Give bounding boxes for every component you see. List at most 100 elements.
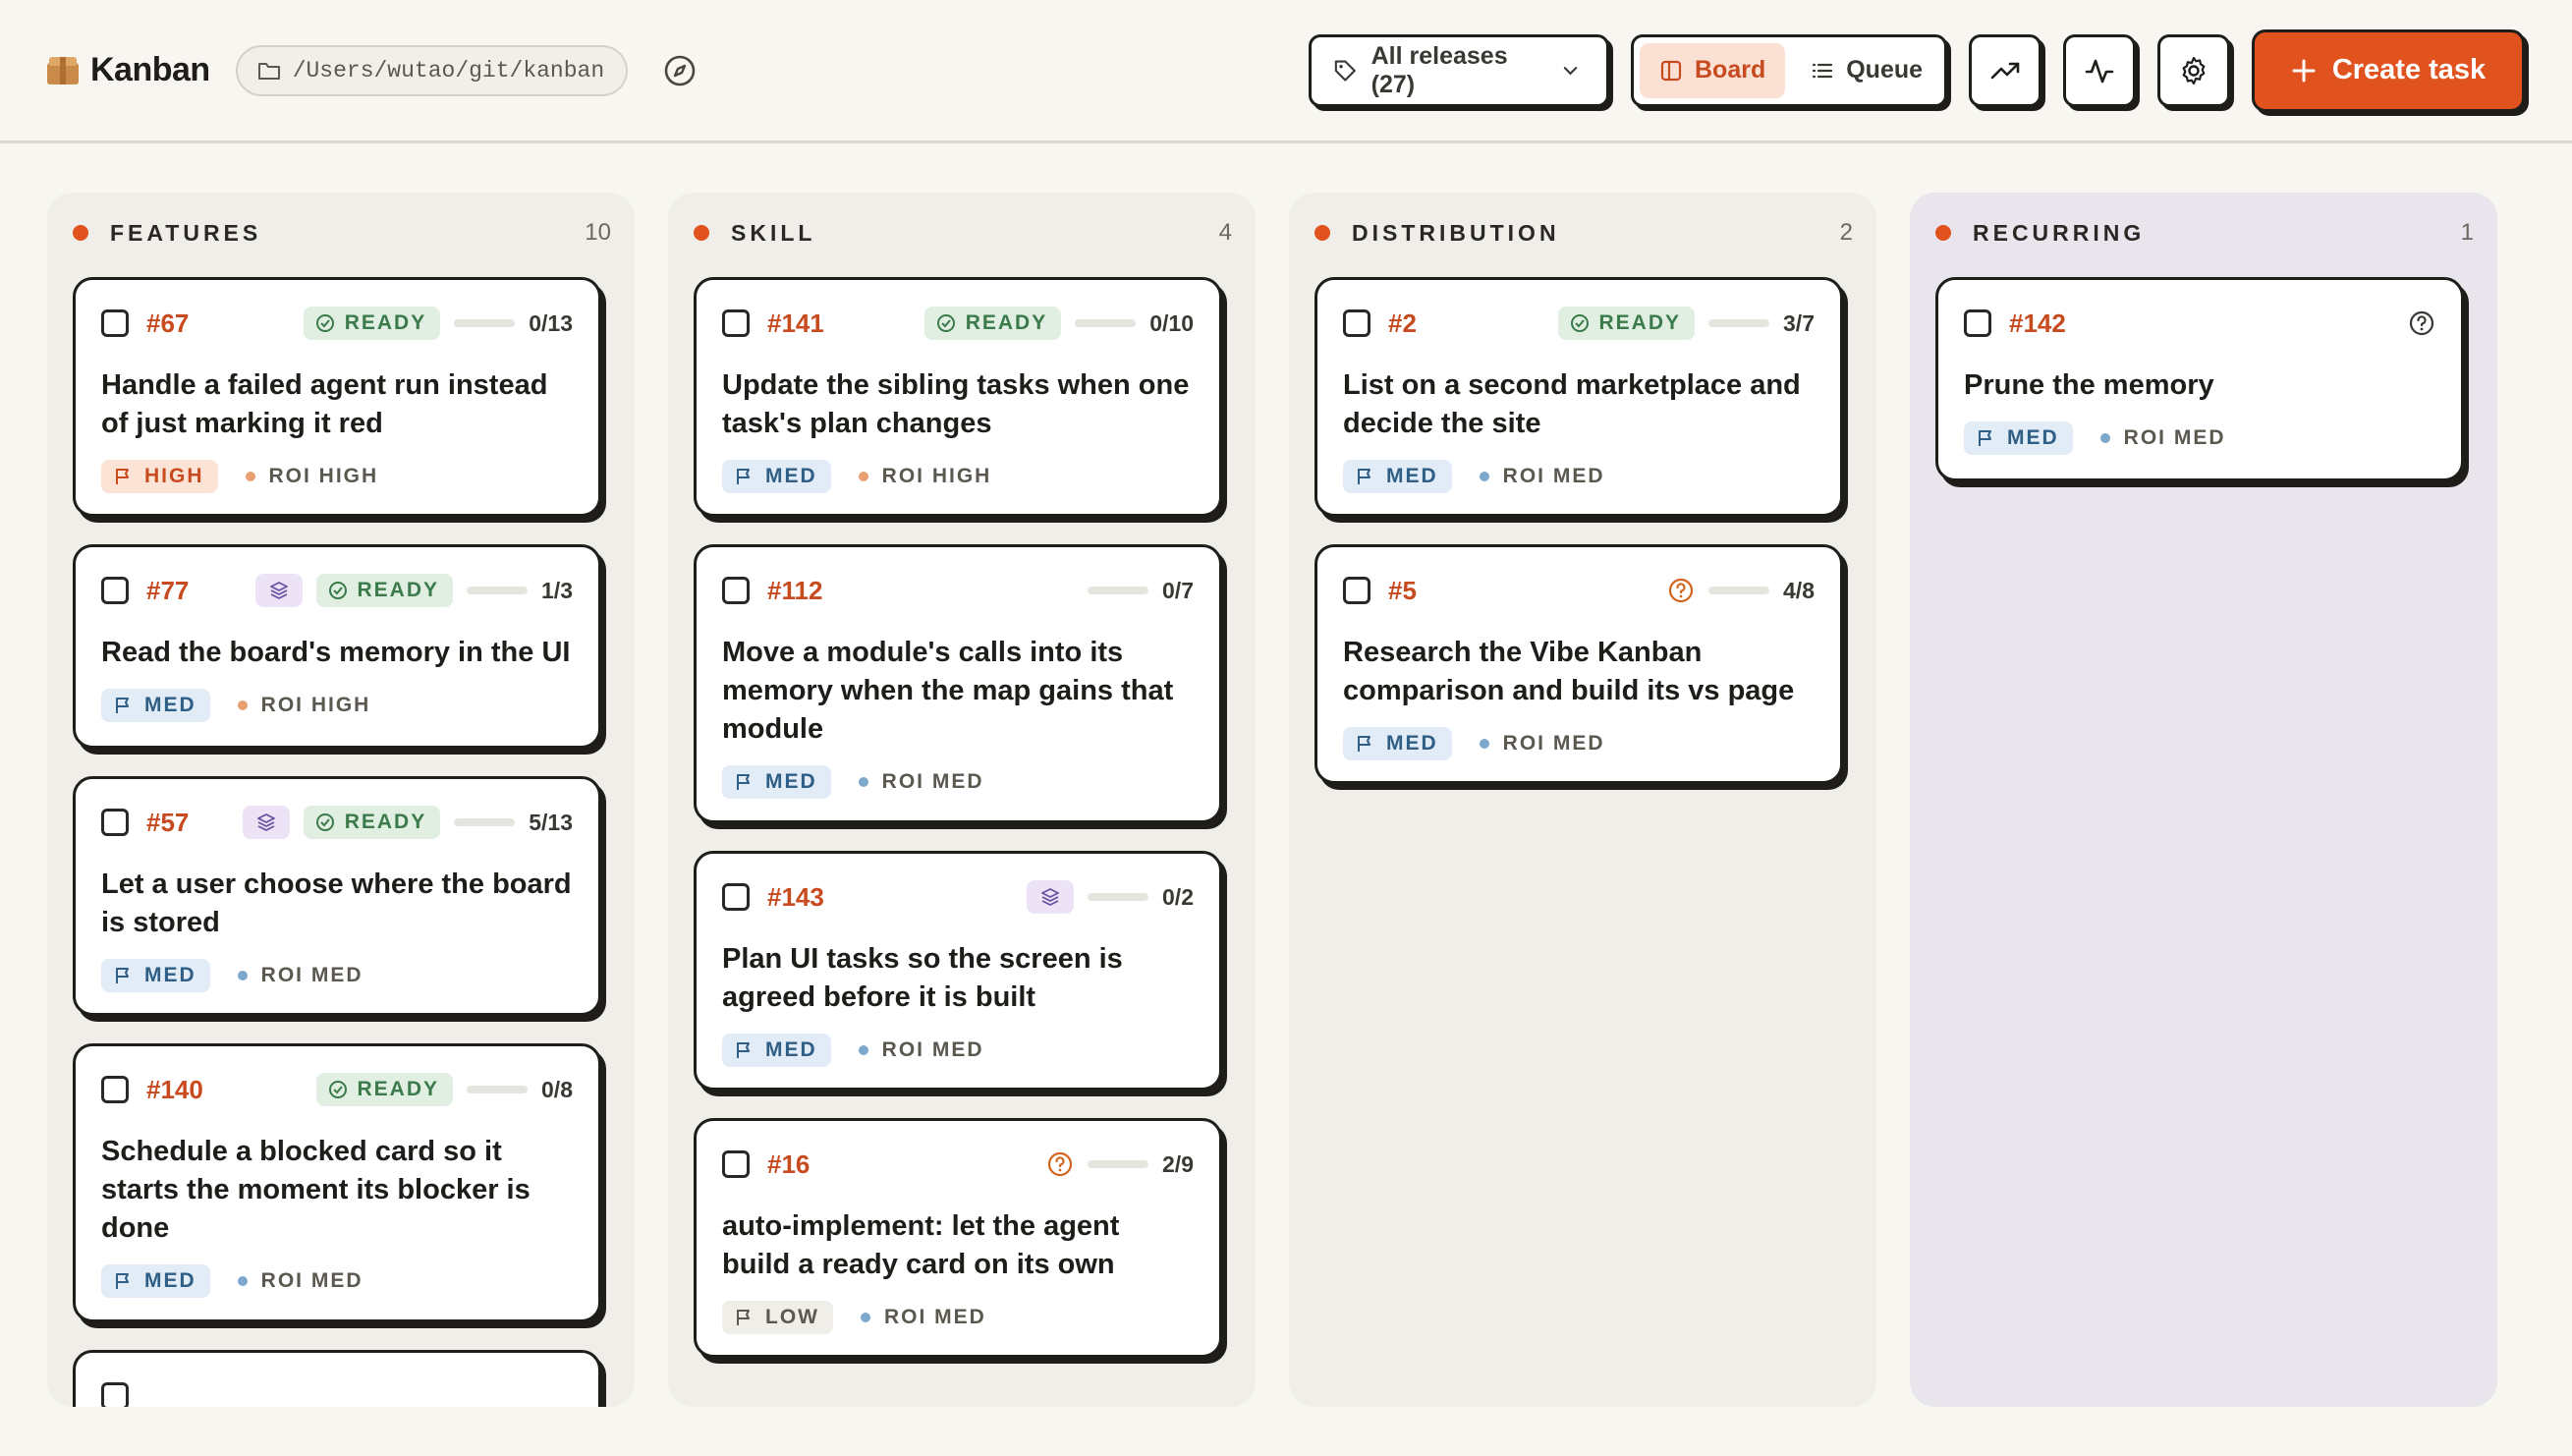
task-checkbox[interactable] bbox=[1343, 309, 1370, 337]
chevron-down-icon bbox=[1563, 66, 1578, 75]
settings-button[interactable] bbox=[2157, 33, 2230, 107]
create-task-label: Create task bbox=[2331, 54, 2487, 85]
roi-label: ROI MED bbox=[237, 1269, 363, 1293]
trending-up-icon bbox=[1990, 62, 2020, 79]
layers-icon bbox=[254, 574, 303, 607]
task-checkbox[interactable] bbox=[722, 309, 750, 337]
subtask-progress: 5/13 bbox=[454, 810, 573, 836]
release-filter-dropdown[interactable]: All releases (27) bbox=[1309, 33, 1609, 107]
task-checkbox[interactable] bbox=[722, 883, 750, 911]
column-title: RECURRING bbox=[1973, 219, 2146, 246]
priority-badge: MED bbox=[722, 765, 831, 799]
brand[interactable]: Kanban bbox=[47, 51, 210, 89]
tab-board[interactable]: Board bbox=[1640, 42, 1786, 98]
roi-label: ROI HIGH bbox=[245, 465, 379, 488]
task-title: Schedule a blocked card so it starts the… bbox=[101, 1136, 531, 1244]
flag-icon bbox=[737, 1310, 750, 1325]
flag-icon bbox=[116, 698, 129, 713]
activity-button[interactable] bbox=[2063, 33, 2136, 107]
tab-queue-label: Queue bbox=[1846, 56, 1924, 84]
task-checkbox[interactable] bbox=[101, 809, 129, 836]
task-card[interactable]: #141 READY 0/10 Update the sibling tasks… bbox=[694, 277, 1222, 517]
subtask-progress: 0/2 bbox=[1088, 884, 1194, 911]
task-title: Prune the memory bbox=[1964, 369, 2214, 401]
column-distribution: DISTRIBUTION 2 #2 READY 3/7 List on a se… bbox=[1289, 193, 1876, 1407]
check-circle-icon bbox=[328, 582, 347, 599]
task-title: Research the Vibe Kanban comparison and … bbox=[1343, 637, 1795, 706]
task-checkbox[interactable] bbox=[101, 577, 129, 604]
repo-path: /Users/wutao/git/kanban bbox=[292, 57, 605, 84]
subtask-progress: 4/8 bbox=[1708, 578, 1815, 604]
priority-badge: MED bbox=[722, 460, 831, 493]
priority-badge: MED bbox=[1343, 460, 1452, 493]
column-count: 4 bbox=[1218, 219, 1232, 246]
subtask-progress: 1/3 bbox=[467, 578, 573, 604]
flag-icon bbox=[737, 774, 750, 790]
task-checkbox[interactable] bbox=[722, 1150, 750, 1178]
task-checkbox[interactable] bbox=[101, 309, 129, 337]
top-bar: Kanban /Users/wutao/git/kanban All relea… bbox=[0, 0, 2572, 143]
task-id: #67 bbox=[146, 308, 190, 338]
task-title: List on a second marketplace and decide … bbox=[1343, 369, 1801, 439]
task-checkbox[interactable] bbox=[1964, 309, 1991, 337]
task-card[interactable]: #140 READY 0/8 Schedule a blocked card s… bbox=[73, 1043, 601, 1322]
roi-label: ROI MED bbox=[237, 964, 363, 987]
roi-label: ROI HIGH bbox=[858, 465, 992, 488]
board-icon bbox=[1660, 60, 1682, 81]
subtask-progress: 3/7 bbox=[1708, 310, 1815, 337]
task-card[interactable]: #142 Prune the memory MED ROI MED bbox=[1935, 277, 2464, 481]
task-checkbox[interactable] bbox=[101, 1076, 129, 1103]
compass-icon[interactable] bbox=[663, 54, 697, 87]
layers-icon bbox=[242, 806, 290, 839]
priority-badge: MED bbox=[101, 1264, 210, 1298]
task-card[interactable]: #112 0/7 Move a module's calls into its … bbox=[694, 544, 1222, 823]
flag-icon bbox=[737, 469, 750, 484]
task-title: Update the sibling tasks when one task's… bbox=[722, 369, 1190, 439]
task-id: #57 bbox=[146, 807, 190, 837]
subtask-progress: 0/7 bbox=[1088, 578, 1194, 604]
check-circle-icon bbox=[1570, 314, 1589, 332]
task-card[interactable]: #67 READY 0/13 Handle a failed agent run… bbox=[73, 277, 601, 517]
package-icon bbox=[47, 56, 79, 84]
priority-badge: MED bbox=[1964, 421, 2073, 455]
question-icon bbox=[1668, 578, 1694, 603]
priority-badge: LOW bbox=[722, 1301, 833, 1334]
flag-icon bbox=[116, 1273, 129, 1289]
subtask-progress: 0/10 bbox=[1075, 310, 1194, 337]
task-card-partial[interactable] bbox=[73, 1350, 601, 1407]
column-header: DISTRIBUTION 2 bbox=[1289, 193, 1876, 273]
repo-path-pill[interactable]: /Users/wutao/git/kanban bbox=[235, 44, 629, 96]
task-checkbox[interactable] bbox=[722, 577, 750, 604]
roi-label: ROI MED bbox=[2099, 426, 2226, 450]
task-title: auto-implement: let the agent build a re… bbox=[722, 1210, 1120, 1280]
task-card[interactable]: #143 0/2 Plan UI tasks so the screen is … bbox=[694, 851, 1222, 1091]
task-id: #77 bbox=[146, 575, 190, 605]
trends-button[interactable] bbox=[1969, 33, 2041, 107]
tab-board-label: Board bbox=[1695, 56, 1766, 84]
roi-label: ROI MED bbox=[858, 1038, 984, 1062]
task-id: #112 bbox=[767, 575, 823, 605]
priority-badge: MED bbox=[722, 1034, 831, 1067]
roi-label: ROI MED bbox=[1479, 732, 1605, 756]
plus-icon bbox=[2292, 59, 2316, 82]
tab-queue[interactable]: Queue bbox=[1791, 43, 1942, 98]
ready-badge: READY bbox=[303, 806, 441, 839]
flag-icon bbox=[1358, 469, 1370, 484]
task-card[interactable]: #5 4/8 Research the Vibe Kanban comparis… bbox=[1314, 544, 1843, 784]
task-card[interactable]: #57 READY 5/13 Let a user choose where t… bbox=[73, 776, 601, 1016]
subtask-progress: 2/9 bbox=[1088, 1151, 1194, 1178]
flag-icon bbox=[1979, 430, 1991, 446]
flag-icon bbox=[116, 968, 129, 983]
task-card[interactable]: #16 2/9 auto-implement: let the agent bu… bbox=[694, 1118, 1222, 1358]
ready-badge: READY bbox=[303, 307, 441, 340]
column-status-dot bbox=[1314, 225, 1330, 241]
task-card[interactable]: #77 READY 1/3 Read the board's memory in… bbox=[73, 544, 601, 749]
column-status-dot bbox=[73, 225, 88, 241]
task-title: Read the board's memory in the UI bbox=[101, 637, 571, 668]
task-checkbox[interactable] bbox=[101, 1382, 129, 1407]
create-task-button[interactable]: Create task bbox=[2252, 28, 2525, 112]
task-checkbox[interactable] bbox=[1343, 577, 1370, 604]
ready-badge: READY bbox=[315, 1073, 454, 1106]
task-card[interactable]: #2 READY 3/7 List on a second marketplac… bbox=[1314, 277, 1843, 517]
check-circle-icon bbox=[315, 314, 334, 332]
